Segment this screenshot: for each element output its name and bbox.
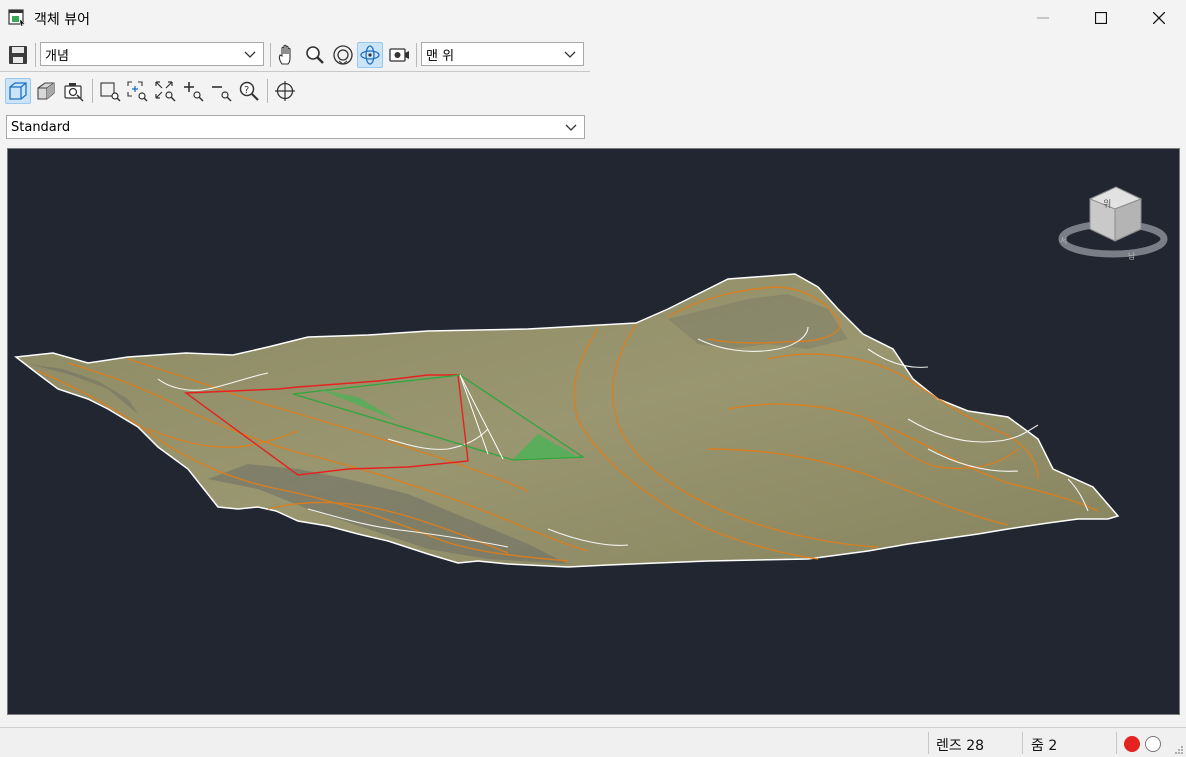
zoom-center-button[interactable] xyxy=(124,78,150,104)
view-direction-select[interactable]: 맨 위 xyxy=(421,42,584,66)
pan-button[interactable] xyxy=(274,42,300,68)
zoom-window-icon xyxy=(100,82,121,102)
toolbar-separator xyxy=(92,79,93,103)
lens-readout: 렌즈 28 xyxy=(936,738,985,754)
camera-button[interactable] xyxy=(386,42,412,68)
toolbar-separator xyxy=(35,43,36,67)
camera-settings-button[interactable] xyxy=(61,78,87,104)
zoom-readout: 줌 2 xyxy=(1031,738,1058,754)
zoom-object-icon: ? xyxy=(239,81,259,101)
compass-west: 서 xyxy=(1060,236,1067,245)
resize-grip-icon[interactable] xyxy=(1174,745,1184,755)
camera-icon xyxy=(389,48,409,62)
close-button[interactable] xyxy=(1130,0,1186,36)
pan-icon xyxy=(278,44,291,65)
close-icon xyxy=(1153,12,1165,24)
save-icon xyxy=(9,46,27,64)
viewcube-label: 위 xyxy=(1103,199,1111,210)
maximize-button[interactable] xyxy=(1072,0,1130,36)
orbit-button[interactable] xyxy=(330,42,356,68)
3d-viewport[interactable]: 위 서 남 xyxy=(7,148,1180,715)
object-viewer-icon xyxy=(8,9,26,26)
minimize-icon xyxy=(1037,17,1049,19)
target-icon xyxy=(275,81,295,101)
zoom-out-icon xyxy=(212,86,232,102)
zoom-out-button[interactable] xyxy=(208,78,234,104)
zoom-button[interactable] xyxy=(302,42,328,68)
status-separator xyxy=(1116,732,1117,754)
status-separator xyxy=(1022,732,1023,754)
parallel-view-button[interactable] xyxy=(5,78,31,104)
view-style-value: Standard xyxy=(11,119,71,135)
zoom-in-icon xyxy=(184,82,204,102)
free-orbit-button[interactable] xyxy=(357,42,383,68)
toolbar-separator xyxy=(270,43,271,67)
chevron-down-icon xyxy=(244,51,256,58)
free-orbit-icon xyxy=(360,45,380,65)
svg-text:?: ? xyxy=(244,85,249,96)
toolbar-view: ? xyxy=(0,74,310,108)
zoom-extents-button[interactable] xyxy=(152,78,178,104)
red-indicator[interactable] xyxy=(1124,736,1140,752)
view-style-select[interactable]: Standard xyxy=(6,115,585,139)
perspective-view-icon xyxy=(37,82,55,100)
title-bar: 객체 뷰어 xyxy=(0,0,1186,36)
visual-style-value: 개념 xyxy=(45,48,69,64)
toolbar-main: 개념 맨 위 xyxy=(0,38,590,72)
zoom-center-icon xyxy=(127,81,148,102)
zoom-object-button[interactable]: ? xyxy=(236,78,262,104)
minimize-button[interactable] xyxy=(1014,0,1072,36)
visual-style-select[interactable]: 개념 xyxy=(40,42,264,66)
camera-settings-icon xyxy=(64,83,84,102)
view-direction-value: 맨 위 xyxy=(426,48,455,64)
save-button[interactable] xyxy=(5,42,31,68)
perspective-view-button[interactable] xyxy=(33,78,59,104)
terrain-scene: 위 서 남 xyxy=(14,186,1168,568)
zoom-icon xyxy=(306,46,324,64)
zoom-in-button[interactable] xyxy=(180,78,206,104)
zoom-extents-icon xyxy=(155,81,176,102)
toolbar-separator xyxy=(267,79,268,103)
chevron-down-icon xyxy=(564,51,576,58)
terrain-surface xyxy=(14,273,1120,568)
zoom-window-button[interactable] xyxy=(97,78,123,104)
window-title: 객체 뷰어 xyxy=(34,12,90,28)
orbit-icon xyxy=(333,45,353,65)
parallel-view-icon xyxy=(9,82,27,100)
white-indicator[interactable] xyxy=(1145,736,1161,752)
status-bar: 렌즈 28 줌 2 xyxy=(0,727,1186,757)
chevron-down-icon xyxy=(565,124,577,131)
status-separator xyxy=(928,732,929,754)
toolbar-separator xyxy=(416,43,417,67)
viewcube[interactable]: 위 서 남 xyxy=(1058,186,1168,261)
maximize-icon xyxy=(1095,12,1107,24)
compass-south: 남 xyxy=(1128,252,1136,261)
target-button[interactable] xyxy=(272,78,298,104)
